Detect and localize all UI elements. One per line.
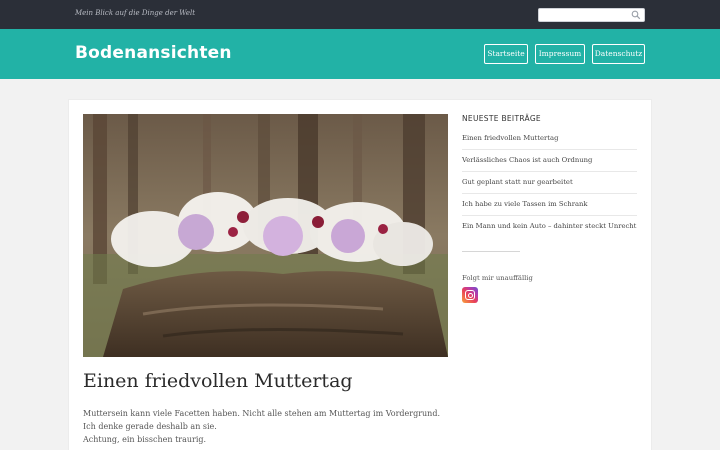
recent-post-link[interactable]: Ein Mann und kein Auto – dahinter steckt… <box>462 216 637 237</box>
follow-label: Folgt mir unauffällig <box>462 274 533 282</box>
flower-wreath-photo <box>83 114 448 357</box>
search-icon[interactable] <box>631 10 641 20</box>
recent-post-link[interactable]: Ich habe zu viele Tassen im Schrank <box>462 194 637 216</box>
featured-image[interactable] <box>83 114 448 357</box>
nav-startseite[interactable]: Startseite <box>484 44 528 64</box>
site-header: Bodenansichten Startseite Impressum Date… <box>0 29 720 79</box>
nav-impressum[interactable]: Impressum <box>535 44 585 64</box>
recent-posts-heading: NEUESTE BEITRÄGE <box>462 114 541 123</box>
site-tagline: Mein Blick auf die Dinge der Welt <box>75 9 196 17</box>
sidebar: NEUESTE BEITRÄGE Einen friedvollen Mutte… <box>462 114 637 303</box>
search-box[interactable] <box>538 8 645 28</box>
post-title[interactable]: Einen friedvollen Muttertag <box>83 370 353 392</box>
divider <box>462 251 520 252</box>
instagram-icon[interactable] <box>462 287 478 303</box>
recent-posts-list: Einen friedvollen Muttertag Verlässliche… <box>462 135 637 237</box>
post-paragraph: Muttersein kann viele Facetten haben. Ni… <box>83 409 440 431</box>
site-title[interactable]: Bodenansichten <box>75 43 232 63</box>
post-paragraph: Achtung, ein bisschen traurig. <box>83 435 207 444</box>
top-bar: Mein Blick auf die Dinge der Welt <box>0 0 720 29</box>
recent-post-link[interactable]: Gut geplant statt nur gearbeitet <box>462 172 637 194</box>
post-excerpt: Muttersein kann viele Facetten haben. Ni… <box>83 407 448 446</box>
nav-datenschutz[interactable]: Datenschutz <box>592 44 645 64</box>
recent-post-link[interactable]: Verlässliches Chaos ist auch Ordnung <box>462 150 637 172</box>
search-input[interactable] <box>542 16 632 28</box>
recent-post-link[interactable]: Einen friedvollen Muttertag <box>462 135 637 150</box>
